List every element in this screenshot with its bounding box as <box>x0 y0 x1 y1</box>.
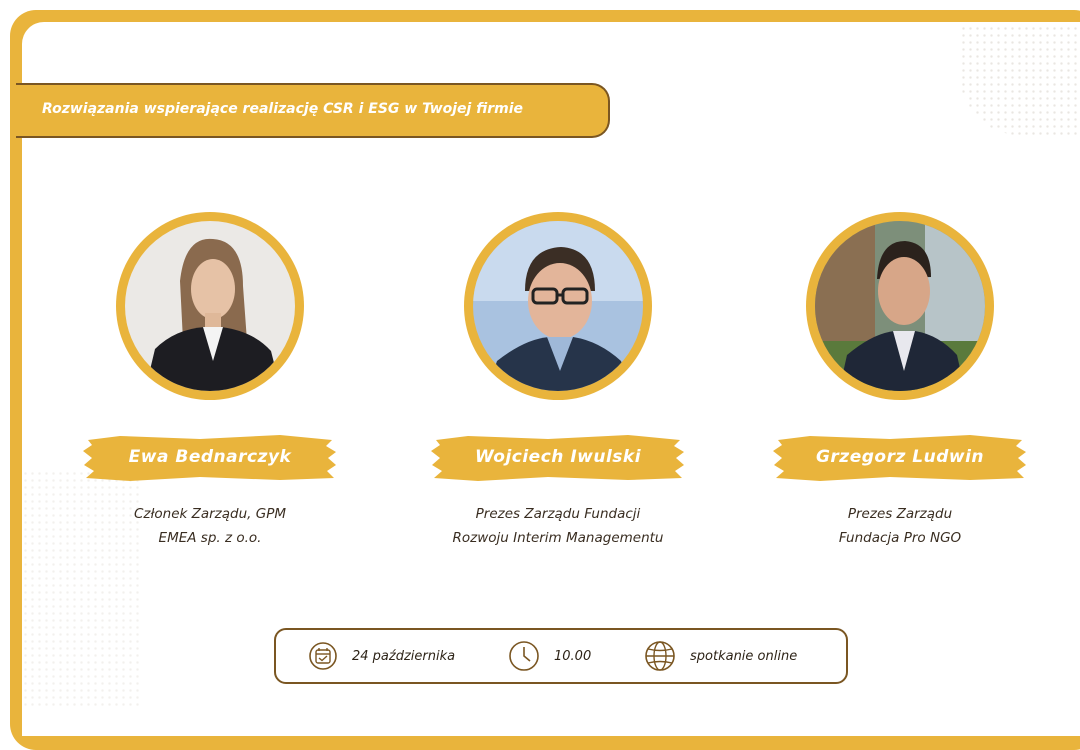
speaker-role: Członek Zarządu, GPM EMEA sp. z o.o. <box>80 502 340 550</box>
name-plate: Ewa Bednarczyk <box>80 434 340 482</box>
speaker-role-line: Prezes Zarządu Fundacji <box>475 506 641 522</box>
calendar-icon <box>309 642 337 670</box>
speaker-name: Ewa Bednarczyk <box>128 447 292 467</box>
event-format-text: spotkanie online <box>690 648 798 664</box>
speaker-card: Ewa Bednarczyk Członek Zarządu, GPM EMEA… <box>80 212 340 552</box>
speaker-role-line: EMEA sp. z o.o. <box>158 530 262 546</box>
speaker-card: Wojciech Iwulski Prezes Zarządu Fundacji… <box>428 212 688 552</box>
globe-icon <box>645 641 675 671</box>
event-date: 24 października <box>308 630 455 682</box>
name-plate: Wojciech Iwulski <box>428 434 688 482</box>
speaker-photo-frame <box>806 212 994 400</box>
speaker-name: Grzegorz Ludwin <box>815 447 985 467</box>
event-time: 10.00 <box>508 630 591 682</box>
title-banner: Rozwiązania wspierające realizację CSR i… <box>16 83 610 138</box>
speaker-role: Prezes Zarządu Fundacji Rozwoju Interim … <box>428 502 688 550</box>
speaker-role-line: Fundacja Pro NGO <box>838 530 962 546</box>
banner-title: Rozwiązania wspierające realizację CSR i… <box>42 101 524 117</box>
speaker-photo-frame <box>116 212 304 400</box>
event-info-bar: 24 października 10.00 spotkanie online <box>274 628 848 684</box>
event-time-text: 10.00 <box>554 648 592 664</box>
speaker-role: Prezes Zarządu Fundacja Pro NGO <box>770 502 1030 550</box>
speaker-photo <box>473 221 643 391</box>
clock-icon <box>509 641 539 671</box>
event-format: spotkanie online <box>644 630 797 682</box>
speaker-role-line: Rozwoju Interim Managementu <box>452 530 664 546</box>
speaker-role-line: Prezes Zarządu <box>847 506 953 522</box>
speaker-photo <box>125 221 295 391</box>
name-plate: Grzegorz Ludwin <box>770 434 1030 482</box>
speaker-role-line: Członek Zarządu, GPM <box>133 506 286 522</box>
event-date-text: 24 października <box>352 648 456 664</box>
speaker-card: Grzegorz Ludwin Prezes Zarządu Fundacja … <box>770 212 1030 552</box>
speaker-name: Wojciech Iwulski <box>474 447 642 467</box>
speaker-photo <box>815 221 985 391</box>
dot-pattern-decoration <box>960 25 1080 135</box>
speaker-photo-frame <box>464 212 652 400</box>
